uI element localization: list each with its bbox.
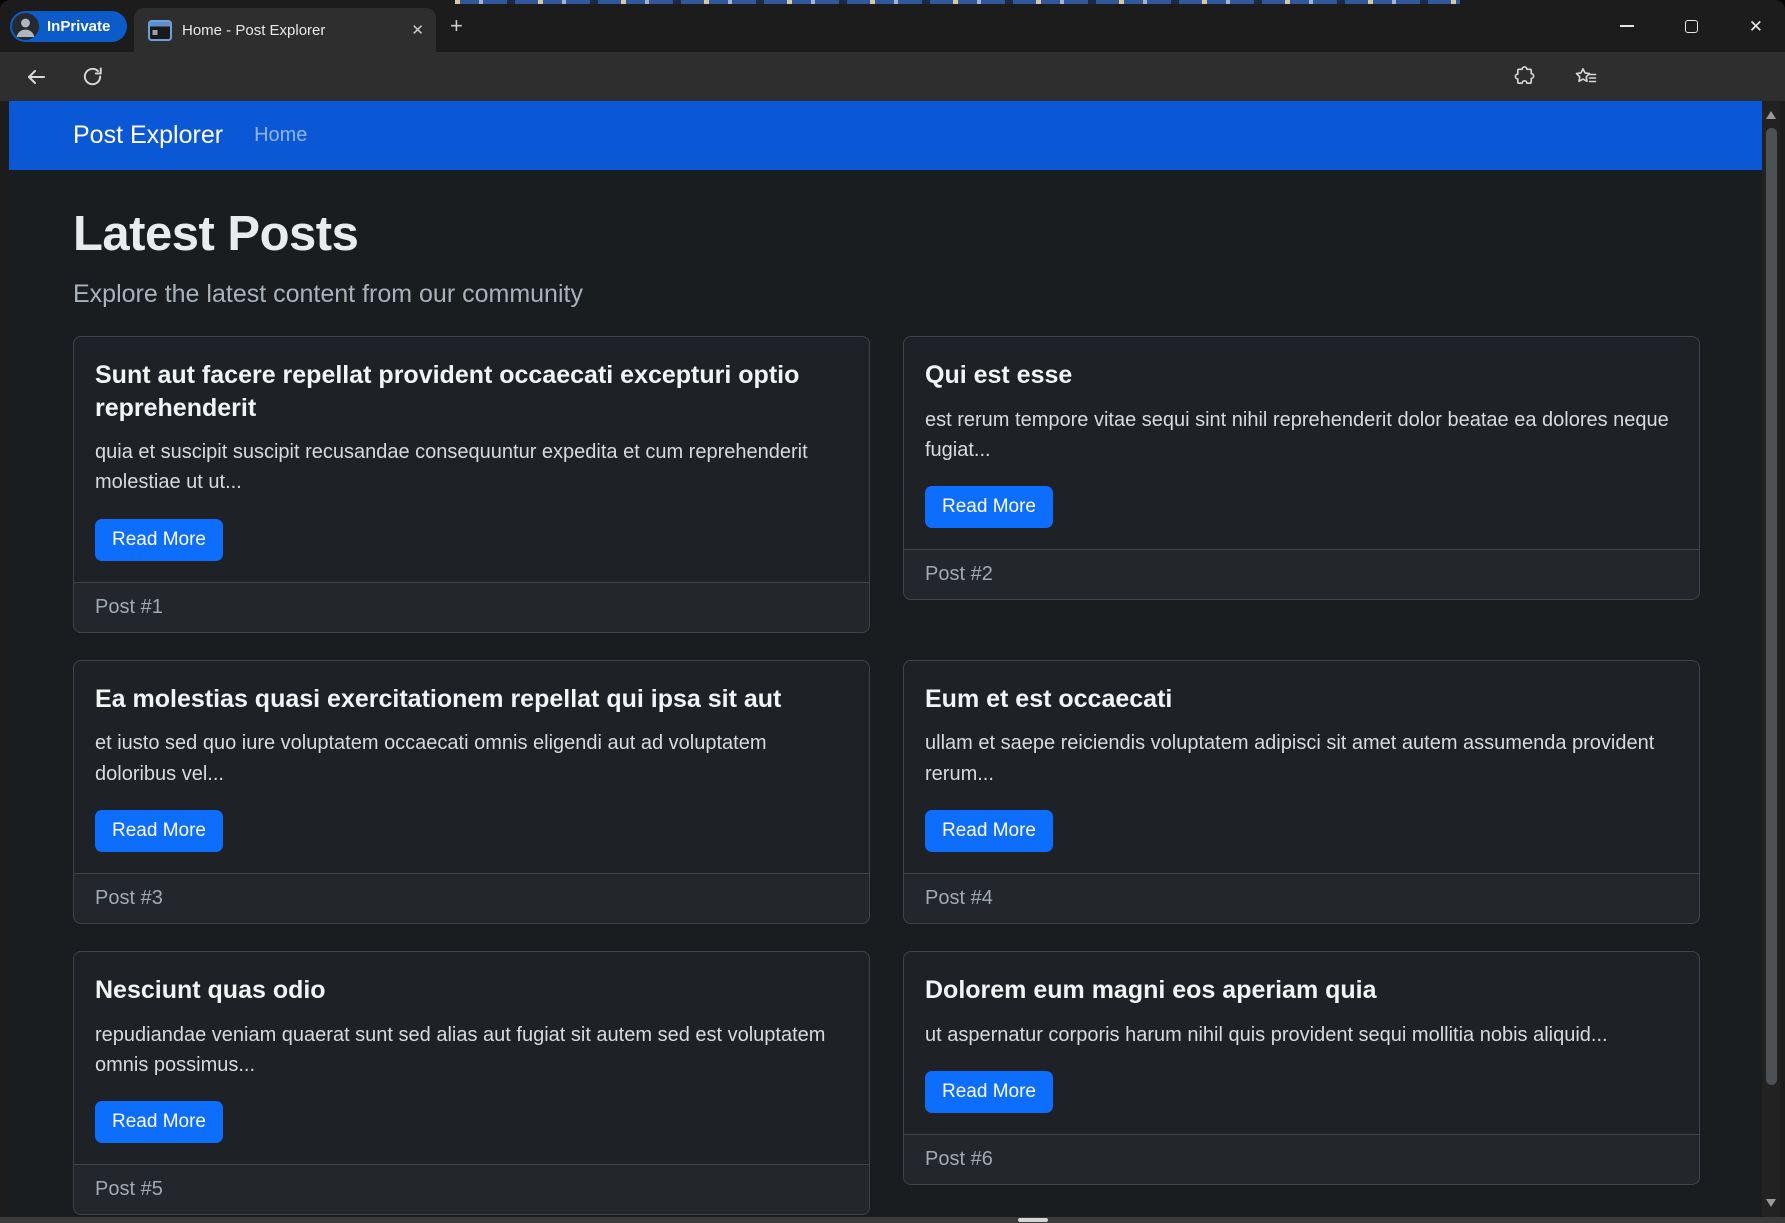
read-more-button[interactable]: Read More — [95, 1101, 223, 1143]
post-card-4: Eum et est occaecati ullam et saepe reic… — [903, 660, 1700, 924]
titlebar: InPrivate Home - Post Explorer ✕ + — [0, 0, 1785, 52]
post-title: Nesciunt quas odio — [95, 974, 848, 1007]
minimize-icon[interactable] — [1620, 25, 1634, 27]
favorites-hub-icon[interactable] — [1571, 52, 1601, 101]
post-footer: Post #5 — [74, 1164, 869, 1214]
page-title: Latest Posts — [73, 206, 1700, 262]
site-navbar: Post Explorer Home — [9, 101, 1762, 170]
post-excerpt: quia et suscipit suscipit recusandae con… — [95, 437, 848, 498]
screen: InPrivate Home - Post Explorer ✕ + — [0, 0, 1785, 1223]
maximize-icon[interactable] — [1685, 20, 1698, 33]
post-footer: Post #1 — [74, 582, 869, 632]
post-title: Ea molestias quasi exercitationem repell… — [95, 683, 848, 716]
tab-favicon-icon — [148, 20, 172, 41]
scroll-up-icon[interactable] — [1766, 111, 1776, 119]
post-title: Eum et est occaecati — [925, 683, 1678, 716]
scroll-down-icon[interactable] — [1766, 1199, 1776, 1207]
post-footer: Post #6 — [904, 1134, 1699, 1184]
taskbar-edge-notch — [1018, 1218, 1048, 1222]
post-card-2: Qui est esse est rerum tempore vitae seq… — [903, 336, 1700, 600]
post-excerpt: et iusto sed quo iure voluptatem occaeca… — [95, 728, 848, 789]
read-more-button[interactable]: Read More — [925, 486, 1053, 528]
read-more-button[interactable]: Read More — [925, 810, 1053, 852]
scrollbar-thumb[interactable] — [1766, 128, 1777, 1085]
inprivate-badge[interactable]: InPrivate — [10, 11, 127, 42]
post-title: Sunt aut facere repellat provident occae… — [95, 359, 848, 424]
page-scrollbar[interactable] — [1762, 101, 1780, 1217]
site-brand[interactable]: Post Explorer — [73, 121, 223, 150]
post-card-3: Ea molestias quasi exercitationem repell… — [73, 660, 870, 924]
browser-toolbar: localhost:5000 — [0, 52, 1785, 101]
web-page: Post Explorer Home Latest Posts Explore … — [9, 101, 1762, 1217]
profile-avatar-icon — [12, 13, 39, 40]
back-icon[interactable] — [22, 52, 50, 101]
read-more-button[interactable]: Read More — [95, 810, 223, 852]
post-excerpt: ut aspernatur corporis harum nihil quis … — [925, 1020, 1678, 1050]
post-card-5: Nesciunt quas odio repudiandae veniam qu… — [73, 951, 870, 1215]
main-content: Latest Posts Explore the latest content … — [9, 170, 1762, 1217]
browser-window: InPrivate Home - Post Explorer ✕ + — [0, 0, 1785, 1223]
posts-grid: Sunt aut facere repellat provident occae… — [73, 336, 1700, 1217]
post-card-6: Dolorem eum magni eos aperiam quia ut as… — [903, 951, 1700, 1185]
post-card-1: Sunt aut facere repellat provident occae… — [73, 336, 870, 633]
post-excerpt: repudiandae veniam quaerat sunt sed alia… — [95, 1020, 848, 1081]
post-footer: Post #2 — [904, 549, 1699, 599]
post-excerpt: est rerum tempore vitae sequi sint nihil… — [925, 405, 1678, 466]
window-close-icon[interactable]: ✕ — [1749, 18, 1763, 35]
inprivate-label: InPrivate — [47, 18, 110, 35]
window-controls: ✕ — [1600, 0, 1785, 52]
tab-close-icon[interactable]: ✕ — [411, 23, 424, 38]
read-more-button[interactable]: Read More — [925, 1071, 1053, 1113]
nav-link-home[interactable]: Home — [254, 124, 307, 147]
tab-title: Home - Post Explorer — [182, 22, 411, 39]
screen-artifact-strip — [455, 0, 1460, 4]
new-tab-icon[interactable]: + — [450, 16, 463, 36]
browser-tab[interactable]: Home - Post Explorer ✕ — [134, 8, 436, 52]
read-more-button[interactable]: Read More — [95, 519, 223, 561]
post-footer: Post #3 — [74, 873, 869, 923]
post-title: Dolorem eum magni eos aperiam quia — [925, 974, 1678, 1007]
page-subtitle: Explore the latest content from our comm… — [73, 280, 1700, 309]
post-excerpt: ullam et saepe reiciendis voluptatem adi… — [925, 728, 1678, 789]
post-title: Qui est esse — [925, 359, 1678, 392]
refresh-icon[interactable] — [78, 52, 106, 101]
post-footer: Post #4 — [904, 873, 1699, 923]
taskbar-edge-strip — [0, 1217, 1785, 1223]
extensions-icon[interactable] — [1510, 52, 1538, 101]
